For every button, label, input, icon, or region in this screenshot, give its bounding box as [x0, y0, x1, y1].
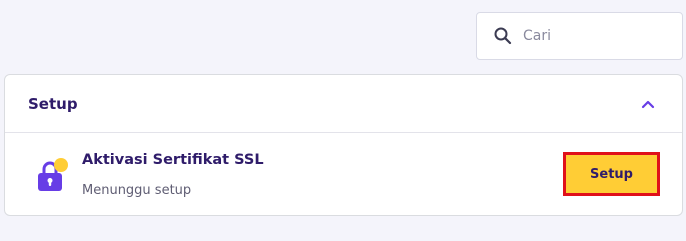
setup-button-label: Setup: [590, 166, 633, 182]
lock-icon: [35, 158, 71, 194]
search-icon: [493, 26, 513, 46]
setup-button[interactable]: Setup: [563, 152, 660, 196]
chevron-up-icon[interactable]: [638, 94, 658, 114]
item-status: Menunggu setup: [82, 183, 192, 198]
search-box[interactable]: [476, 12, 683, 60]
card-title: Setup: [28, 94, 78, 113]
item-title: Aktivasi Sertifikat SSL: [82, 152, 264, 168]
card-header[interactable]: Setup: [5, 75, 682, 133]
list-item: Aktivasi Sertifikat SSL Menunggu setup S…: [5, 133, 682, 217]
search-input[interactable]: [523, 28, 663, 44]
setup-card: Setup Aktivasi Sertifikat SSL Menunggu s…: [4, 74, 683, 216]
